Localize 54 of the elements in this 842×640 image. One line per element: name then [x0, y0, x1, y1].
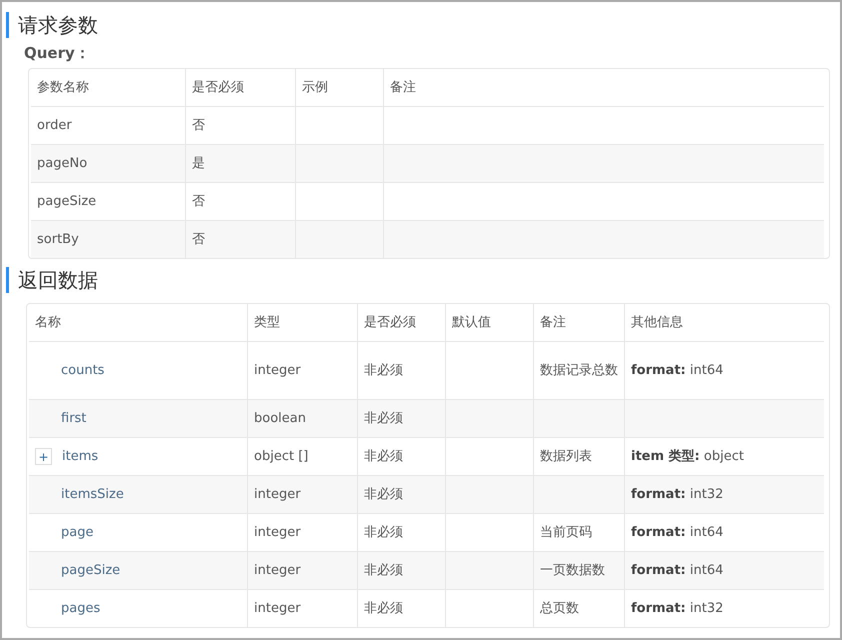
table-cell: integer — [254, 362, 301, 378]
table-cell: 数据列表 — [540, 448, 592, 464]
table-cell: 非必须 — [364, 524, 403, 540]
table-cell: 否 — [192, 194, 205, 208]
table-cell: 非必须 — [364, 362, 403, 378]
table-cell: format: int32 — [631, 600, 724, 616]
column-header: 是否必须 — [192, 80, 244, 94]
field-name: pages — [61, 600, 100, 618]
table-cell: integer — [254, 486, 301, 502]
table-cell: 非必须 — [364, 562, 403, 578]
section-heading: 返回数据 — [6, 267, 830, 293]
field-name: itemsSize — [61, 486, 124, 504]
column-header: 名称 — [35, 314, 61, 330]
table-cell: boolean — [254, 410, 306, 426]
table-cell: format: int64 — [631, 562, 724, 578]
table-cell: 非必须 — [364, 410, 403, 426]
table-cell: order — [37, 118, 72, 132]
field-name: items — [62, 448, 98, 466]
table-cell: 非必须 — [364, 600, 403, 616]
table-cell: 一页数据数 — [540, 562, 605, 578]
table-cell: item 类型: object — [631, 448, 744, 464]
table-cell: 非必须 — [364, 448, 403, 464]
column-header: 其他信息 — [631, 314, 683, 330]
column-header: 示例 — [302, 80, 328, 94]
table-cell: pageNo — [37, 156, 88, 170]
expand-button[interactable]: + — [35, 448, 52, 465]
column-header: 是否必须 — [364, 314, 416, 330]
table-cell: 否 — [192, 118, 205, 132]
column-header: 默认值 — [452, 314, 491, 330]
table-cell: integer — [254, 562, 301, 578]
column-header: 备注 — [390, 80, 416, 94]
table-cell: sortBy — [37, 232, 79, 246]
table-cell: 数据记录总数 — [540, 362, 618, 378]
column-header: 类型 — [254, 314, 280, 330]
table-cell: format: int32 — [631, 486, 724, 502]
table-cell: object [] — [254, 448, 308, 464]
table-cell: format: int64 — [631, 362, 724, 378]
field-name: counts — [61, 362, 104, 380]
column-header: 参数名称 — [37, 80, 89, 94]
table-cell: 当前页码 — [540, 524, 592, 540]
table-cell: 否 — [192, 232, 205, 246]
table-cell: 总页数 — [540, 600, 579, 616]
table-cell: pageSize — [37, 194, 96, 208]
table-cell: integer — [254, 600, 301, 616]
query-label: Query： — [24, 44, 91, 62]
field-name: first — [61, 410, 86, 428]
column-header: 备注 — [540, 314, 566, 330]
table-cell: 是 — [192, 156, 205, 170]
field-name: page — [61, 524, 94, 542]
table-cell: integer — [254, 524, 301, 540]
field-name: pageSize — [61, 562, 120, 580]
section-heading: 请求参数 — [6, 12, 830, 38]
table-cell: format: int64 — [631, 524, 724, 540]
table-cell: 非必须 — [364, 486, 403, 502]
